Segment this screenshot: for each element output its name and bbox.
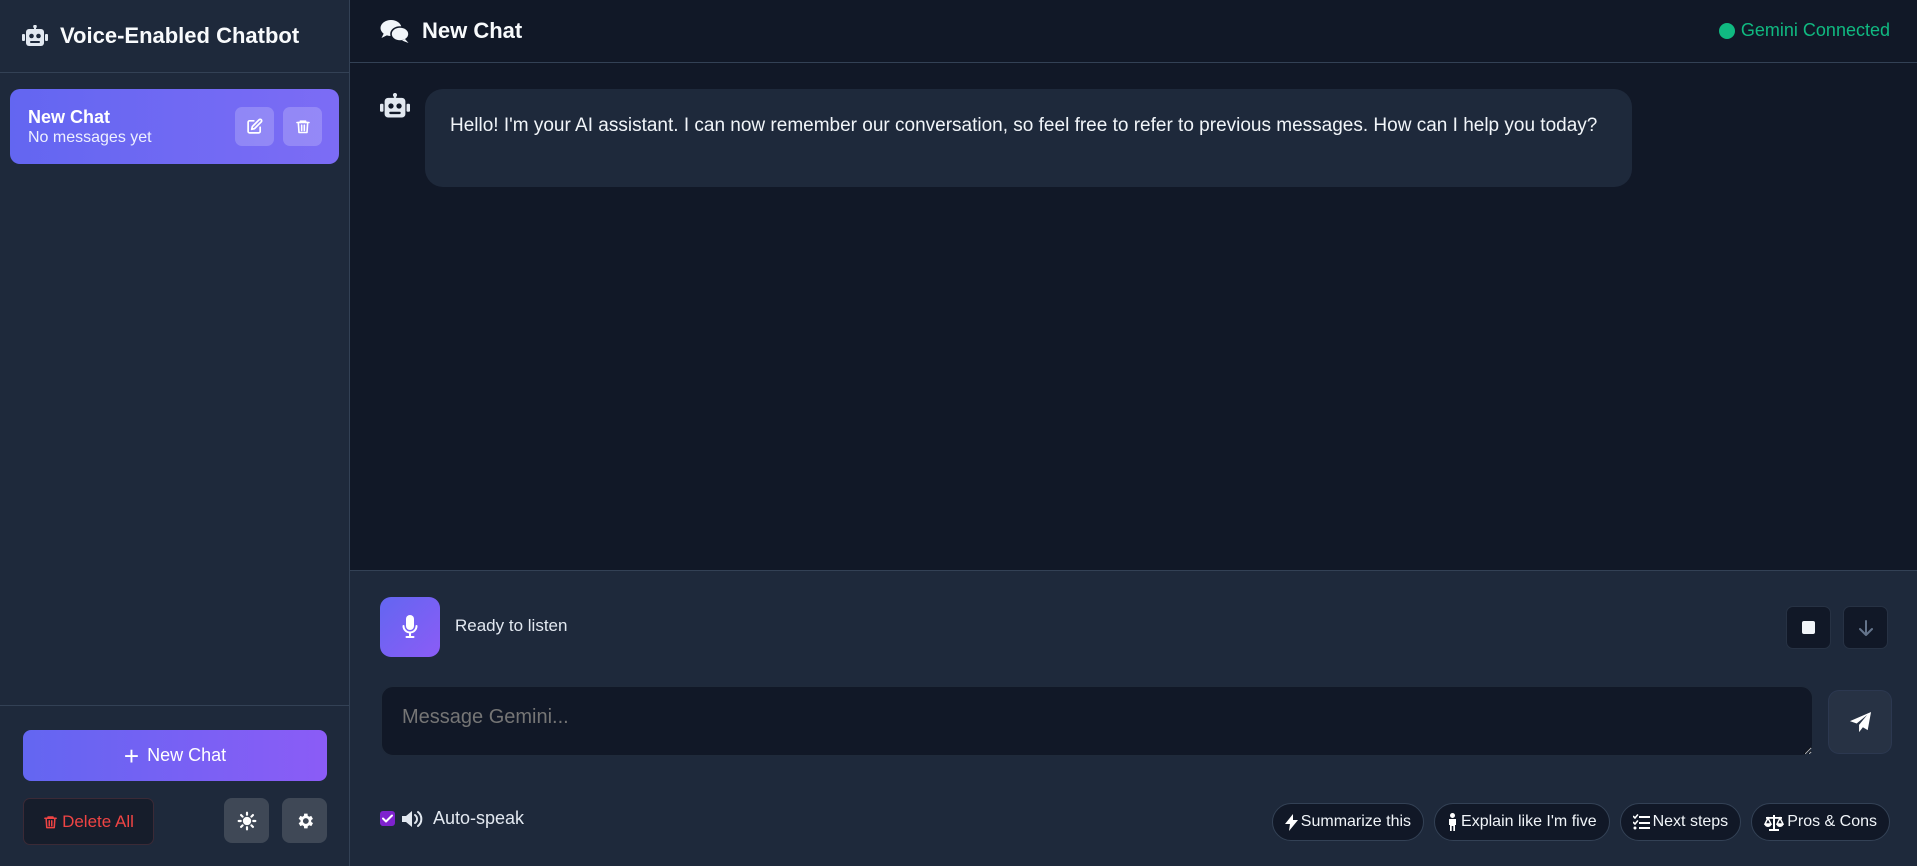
microphone-button[interactable] xyxy=(380,597,440,657)
status-dot-icon xyxy=(1718,22,1735,39)
arrow-down-icon xyxy=(1858,619,1873,636)
status-text: Gemini Connected xyxy=(1740,20,1890,40)
assistant-message-bubble: Hello! I'm your AI assistant. I can now … xyxy=(425,89,1632,187)
volume-icon xyxy=(402,810,423,827)
send-button[interactable] xyxy=(1829,691,1891,753)
quick-action-label: Explain like I'm five xyxy=(1461,813,1597,830)
delete-all-label: Delete All xyxy=(62,811,134,831)
microphone-icon xyxy=(402,615,418,638)
chat-item-subtitle: No messages yet xyxy=(28,128,152,146)
composer-panel: Ready to listen Auto-speak xyxy=(350,570,1917,866)
delete-chat-button[interactable] xyxy=(283,107,322,146)
auto-speak-toggle[interactable]: Auto-speak xyxy=(380,808,524,829)
sidebar: Voice-Enabled Chatbot New Chat No messag… xyxy=(0,0,350,866)
scroll-down-button[interactable] xyxy=(1843,606,1888,649)
chat-list-item[interactable]: New Chat No messages yet xyxy=(10,89,339,164)
edit-chat-button[interactable] xyxy=(235,107,274,146)
new-chat-button[interactable]: + New Chat xyxy=(23,730,327,781)
quick-action-summarize[interactable]: Summarize this xyxy=(1271,803,1425,841)
delete-all-button[interactable]: Delete All xyxy=(23,798,154,845)
quick-action-next-steps[interactable]: Next steps xyxy=(1619,803,1742,841)
list-check-icon xyxy=(1632,814,1650,830)
assistant-avatar-icon xyxy=(380,93,410,119)
sidebar-header: Voice-Enabled Chatbot xyxy=(0,0,349,73)
paper-plane-icon xyxy=(1849,711,1871,732)
plus-icon: + xyxy=(123,740,140,771)
auto-speak-label: Auto-speak xyxy=(433,808,525,828)
robot-icon xyxy=(22,25,48,47)
sun-icon xyxy=(237,811,256,830)
quick-action-label: Pros & Cons xyxy=(1787,813,1877,830)
app-title: Voice-Enabled Chatbot xyxy=(60,23,300,48)
quick-actions: Summarize this Explain like I'm five Nex… xyxy=(1262,803,1890,841)
quick-action-pros-cons[interactable]: Pros & Cons xyxy=(1751,803,1890,841)
comments-icon xyxy=(380,19,410,43)
quick-action-label: Summarize this xyxy=(1300,813,1412,830)
gear-icon xyxy=(298,813,313,828)
new-chat-label: New Chat xyxy=(147,745,227,765)
message-list: Hello! I'm your AI assistant. I can now … xyxy=(350,63,1917,570)
settings-button[interactable] xyxy=(282,798,327,843)
trash-icon xyxy=(295,120,310,134)
sidebar-footer: + New Chat Delete All xyxy=(0,705,349,866)
connection-status: Gemini Connected xyxy=(1718,20,1890,41)
stop-speaking-button[interactable] xyxy=(1786,606,1831,649)
chat-header: New Chat Gemini Connected xyxy=(350,0,1917,63)
check-icon xyxy=(382,814,393,823)
bolt-icon xyxy=(1284,813,1298,831)
quick-action-eli5[interactable]: Explain like I'm five xyxy=(1434,803,1610,841)
scale-icon xyxy=(1764,814,1785,831)
child-icon xyxy=(1449,813,1457,831)
voice-status-text: Ready to listen xyxy=(455,616,568,635)
theme-toggle-button[interactable] xyxy=(224,798,269,843)
message-input[interactable] xyxy=(381,686,1813,756)
chat-title: New Chat xyxy=(422,18,523,43)
chat-item-title: New Chat xyxy=(28,106,111,127)
edit-icon xyxy=(247,118,263,134)
auto-speak-checkbox[interactable] xyxy=(380,811,395,826)
quick-action-label: Next steps xyxy=(1652,813,1729,830)
stop-icon xyxy=(1802,621,1815,634)
trash-icon xyxy=(44,815,57,828)
